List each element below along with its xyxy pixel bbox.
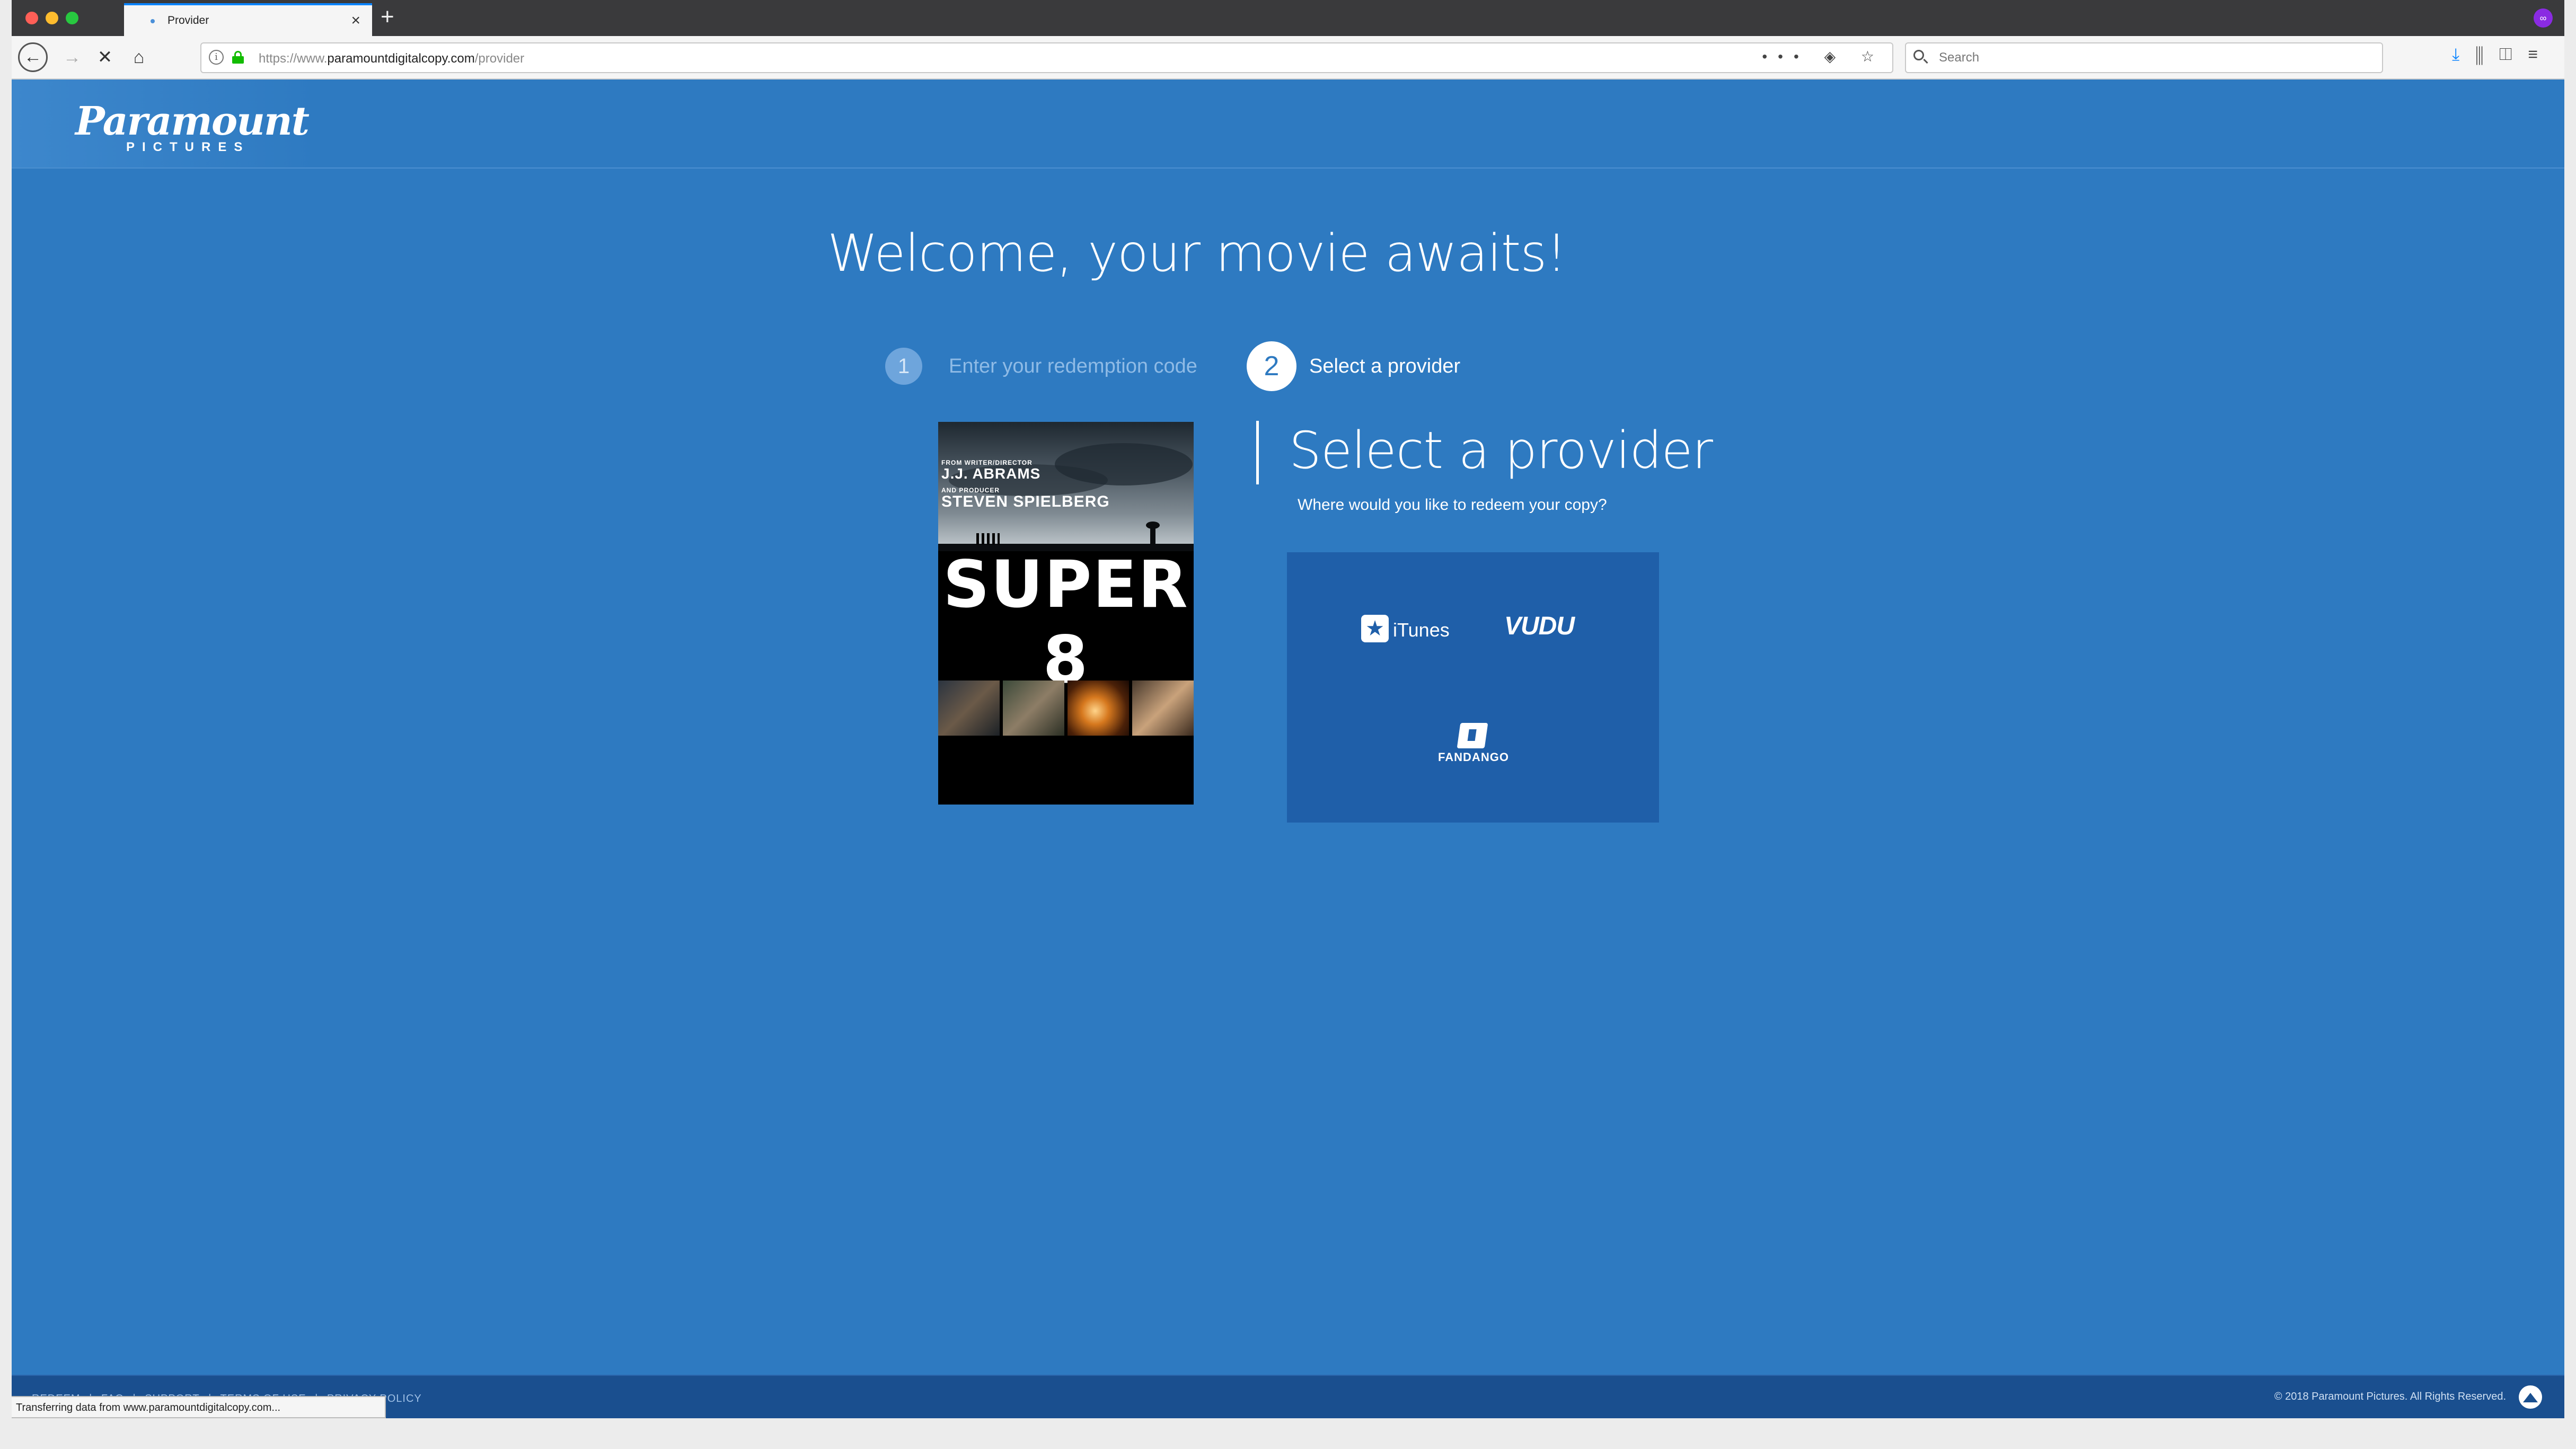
home-button[interactable]: ⌂ [125,43,153,71]
url-text[interactable]: https://www.paramountdigitalcopy.com/pro… [259,51,524,66]
step-2-number: 2 [1247,341,1296,391]
close-window-button[interactable] [25,12,38,24]
poster-stills [938,681,1194,736]
itunes-star-icon: ★ [1361,615,1389,642]
stop-button[interactable]: ✕ [91,43,119,71]
step-1-label[interactable]: Enter your redemption code [949,355,1197,378]
provider-vudu-button[interactable]: VUDU [1504,612,1575,641]
poster-water-tower [1146,522,1160,545]
toolbar-icons: ⤓⫼◫≡ [2452,45,2554,65]
pocket-icon[interactable]: ◈ [1824,48,1847,65]
poster-silhouettes [976,533,1000,545]
provider-options: ★ iTunes VUDU FANDANGO [1287,552,1659,823]
search-icon [1913,50,1929,66]
search-bar[interactable] [1905,42,2383,73]
title-bar: Provider × + ∞ [12,0,2564,36]
itunes-label: iTunes [1393,619,1450,641]
back-button[interactable]: ← [18,42,48,72]
site-footer: REDEEM | FAQ | SUPPORT | TERMS OF USE | … [12,1375,2564,1418]
provider-fandango-button[interactable]: FANDANGO [1431,723,1516,765]
welcome-heading: Welcome, your movie awaits! [827,224,1567,283]
tab-loading-icon [151,19,155,23]
poster-still [1003,681,1064,736]
provider-heading: Select a provider [1289,421,1713,480]
fandango-f-icon [1457,723,1488,748]
private-mask-icon[interactable]: ∞ [2534,8,2553,28]
lock-icon[interactable] [232,51,244,64]
movie-poster: FROM WRITER/DIRECTOR J.J. ABRAMS AND PRO… [938,422,1194,805]
provider-subheading: Where would you like to redeem your copy… [1298,496,1607,514]
web-page: Paramount PICTURES Welcome, your movie a… [12,79,2564,1418]
zoom-window-button[interactable] [66,12,78,24]
tab-title: Provider [167,14,209,26]
fandango-label: FANDANGO [1438,750,1509,764]
site-header: Paramount PICTURES [12,79,2564,169]
footer-copyright: © 2018 Paramount Pictures. All Rights Re… [2274,1391,2506,1402]
poster-credit-director: J.J. ABRAMS [941,465,1041,482]
poster-still [1132,681,1194,736]
page-actions[interactable]: ••• ◈ ☆ [1762,48,1885,65]
more-actions-icon[interactable]: ••• [1762,48,1809,65]
tab-provider[interactable]: Provider × [124,3,372,36]
poster-title: SUPER 8 [943,547,1189,697]
paramount-logo[interactable]: Paramount PICTURES [75,99,310,157]
forward-button[interactable]: → [58,43,86,71]
step-indicator: 1 Enter your redemption code 2 Select a … [885,339,1521,392]
poster-credit-producer: STEVEN SPIELBERG [941,493,1110,510]
download-icon[interactable]: ⤓ [2452,45,2475,64]
url-bar[interactable]: i https://www.paramountdigitalcopy.com/p… [200,42,1893,73]
bookmark-star-icon[interactable]: ☆ [1861,48,1885,65]
tab-close-icon[interactable]: × [351,12,360,30]
menu-icon[interactable]: ≡ [2528,45,2554,64]
provider-itunes-button[interactable]: ★ iTunes [1361,613,1457,644]
minimize-window-button[interactable] [46,12,58,24]
new-tab-button[interactable]: + [381,3,394,31]
info-icon[interactable]: i [209,50,224,65]
paramount-mountain-icon [2519,1385,2542,1409]
status-text: Transferring data from www.paramountdigi… [16,1402,281,1413]
provider-divider [1256,421,1259,484]
browser-window: Provider × + ∞ ← → ✕ ⌂ i https://www.par… [12,0,2564,1418]
sidebar-icon[interactable]: ◫ [2499,45,2528,64]
step-1-number: 1 [885,348,922,385]
navigation-bar: ← → ✕ ⌂ i https://www.paramountdigitalco… [12,36,2564,79]
search-input[interactable] [1939,49,2363,67]
poster-still [938,681,1000,736]
status-bar: Transferring data from www.paramountdigi… [12,1396,386,1418]
library-icon[interactable]: ⫼ [2475,45,2499,64]
step-2-label: Select a provider [1309,355,1461,377]
poster-still [1068,681,1129,736]
